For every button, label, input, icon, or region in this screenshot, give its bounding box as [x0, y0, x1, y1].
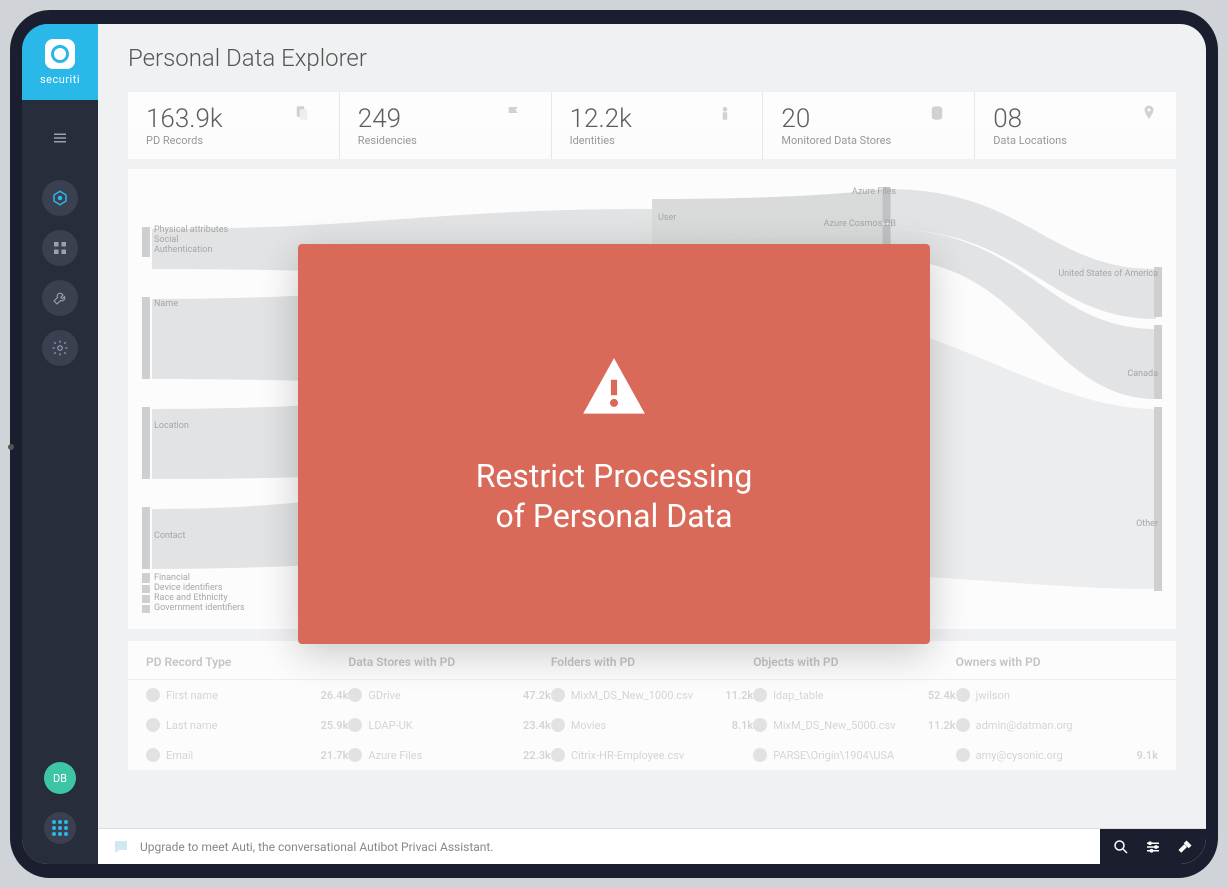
- datastore-icon: [348, 688, 362, 702]
- sankey-label: Physical attributes: [154, 225, 228, 235]
- sankey-label: Azure Files: [852, 187, 896, 197]
- avatar-initials: DB: [53, 772, 67, 785]
- record-icon: [146, 748, 160, 762]
- nav-settings[interactable]: [42, 330, 78, 366]
- table-header[interactable]: Owners with PD: [956, 655, 1158, 669]
- sankey-label: Azure Cosmos DB: [824, 219, 896, 229]
- record-icon: [146, 688, 160, 702]
- sidebar: securiti: [22, 24, 98, 864]
- modal-title: Restrict Processing of Personal Data: [476, 456, 753, 536]
- grid-icon: [51, 239, 69, 257]
- person-icon: [716, 104, 734, 126]
- table-row[interactable]: Email21.7k Azure Files22.3k Citrix-HR-Em…: [128, 740, 1176, 770]
- stat-value: 12.2k: [570, 104, 735, 134]
- pin-icon: [1140, 104, 1158, 126]
- sankey-label: Canada: [1127, 369, 1158, 379]
- owner-icon: [956, 718, 970, 732]
- datastore-icon: [348, 748, 362, 762]
- record-icon: [146, 718, 160, 732]
- folder-icon: [551, 718, 565, 732]
- folder-icon: [551, 688, 565, 702]
- flag-icon: [505, 104, 523, 126]
- table-header-row: PD Record Type Data Stores with PD Folde…: [128, 655, 1176, 680]
- stat-identities[interactable]: 12.2k Identities: [551, 92, 753, 159]
- table-header[interactable]: Data Stores with PD: [348, 655, 550, 669]
- stat-residencies[interactable]: 249 Residencies: [339, 92, 541, 159]
- sankey-label: User: [658, 213, 676, 223]
- stat-value: 08: [993, 104, 1158, 134]
- table-header[interactable]: PD Record Type: [146, 655, 348, 669]
- object-icon: [753, 688, 767, 702]
- stat-row: 163.9k PD Records 249 Residencies 12.2k: [128, 92, 1176, 159]
- menu-toggle-button[interactable]: [42, 120, 78, 156]
- sankey-label: United States of America: [1058, 269, 1158, 279]
- owner-icon: [956, 748, 970, 762]
- stat-datastores[interactable]: 20 Monitored Data Stores: [762, 92, 964, 159]
- footer-bar: Upgrade to meet Auti, the conversational…: [98, 828, 1206, 864]
- documents-icon: [293, 104, 311, 126]
- stat-value: 20: [781, 104, 946, 134]
- stat-label: PD Records: [146, 134, 311, 147]
- stat-value: 163.9k: [146, 104, 311, 134]
- sankey-label: Government identifiers: [154, 603, 245, 613]
- nav-tools[interactable]: [42, 280, 78, 316]
- chat-icon[interactable]: [112, 838, 130, 856]
- sliders-icon[interactable]: [1144, 838, 1162, 856]
- nav-dashboard[interactable]: [42, 230, 78, 266]
- sankey-label: Social: [154, 235, 178, 245]
- restrict-processing-modal[interactable]: Restrict Processing of Personal Data: [298, 244, 930, 644]
- datastore-icon: [348, 718, 362, 732]
- brand-logo[interactable]: securiti: [22, 24, 98, 100]
- data-table: PD Record Type Data Stores with PD Folde…: [128, 641, 1176, 770]
- logo-icon: [45, 39, 75, 69]
- folder-icon: [551, 748, 565, 762]
- user-avatar[interactable]: DB: [44, 762, 76, 794]
- sankey-label: Other: [1136, 519, 1158, 529]
- sankey-label: Financial: [154, 573, 190, 583]
- sankey-label: Device identifiers: [154, 583, 222, 593]
- table-header[interactable]: Folders with PD: [551, 655, 753, 669]
- page-title: Personal Data Explorer: [98, 24, 1206, 82]
- table-header[interactable]: Objects with PD: [753, 655, 955, 669]
- hexagon-icon: [51, 189, 69, 207]
- sankey-label: Name: [154, 299, 178, 309]
- wrench-icon: [51, 289, 69, 307]
- gear-icon: [51, 339, 69, 357]
- sankey-label: Location: [154, 421, 189, 431]
- hammer-icon[interactable]: [1176, 838, 1194, 856]
- sankey-label: Race and Ethnicity: [154, 593, 228, 603]
- stat-locations[interactable]: 08 Data Locations: [974, 92, 1176, 159]
- object-icon: [753, 718, 767, 732]
- hamburger-icon: [51, 129, 69, 147]
- footer-message: Upgrade to meet Auti, the conversational…: [140, 840, 1090, 854]
- sankey-label: Authentication: [154, 245, 212, 255]
- stat-label: Monitored Data Stores: [781, 134, 946, 147]
- database-icon: [928, 104, 946, 126]
- stat-pd-records[interactable]: 163.9k PD Records: [128, 92, 329, 159]
- stat-label: Residencies: [358, 134, 523, 147]
- footer-actions: [1100, 829, 1206, 865]
- owner-icon: [956, 688, 970, 702]
- nav-explorer[interactable]: [42, 180, 78, 216]
- brand-text: securiti: [40, 73, 80, 86]
- stat-label: Data Locations: [993, 134, 1158, 147]
- search-icon[interactable]: [1112, 838, 1130, 856]
- stat-label: Identities: [570, 134, 735, 147]
- apps-button[interactable]: [44, 812, 76, 844]
- stat-value: 249: [358, 104, 523, 134]
- sankey-label: Contact: [154, 531, 185, 541]
- object-icon: [753, 748, 767, 762]
- warning-icon: [577, 352, 651, 426]
- table-row[interactable]: First name26.4k GDrive47.2k MixM_DS_New_…: [128, 680, 1176, 710]
- table-row[interactable]: Last name25.9k LDAP-UK23.4k Movies8.1k M…: [128, 710, 1176, 740]
